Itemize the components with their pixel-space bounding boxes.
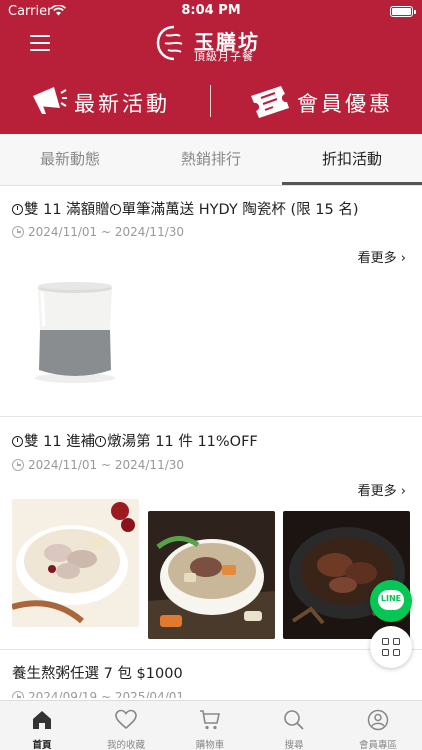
line-chat-button[interactable]: LINE — [370, 580, 412, 622]
tab-bar: 最新動態 熱銷排行 折扣活動 — [0, 134, 422, 186]
latest-events-label: 最新活動 — [74, 92, 170, 116]
nav-favorites[interactable]: 我的收藏 — [84, 701, 168, 750]
nav-cart[interactable]: 購物車 — [168, 701, 252, 750]
active-tab-indicator — [282, 182, 422, 185]
latest-events-button[interactable]: 最新活動 — [30, 80, 180, 124]
alarm-icon — [109, 204, 121, 215]
clock-icon — [12, 226, 24, 238]
ticket-icon — [251, 86, 289, 118]
ceramic-cup-image — [12, 274, 137, 396]
app-header: Carrier 8:04 PM 玉膳坊 頂級月子餐 最新活動 會員優惠 — [0, 0, 422, 134]
pork-soup-image — [12, 499, 139, 627]
bottom-nav: 首頁 我的收藏 購物車 搜尋 會員專區 — [0, 700, 422, 750]
nav-favorites-label: 我的收藏 — [106, 740, 145, 750]
nav-cart-label: 購物車 — [195, 740, 225, 750]
tab-best-sellers[interactable]: 熱銷排行 — [141, 134, 281, 186]
see-more-link[interactable]: 看更多 › — [358, 480, 406, 499]
alarm-icon — [12, 204, 23, 215]
post-card[interactable]: 養生熬粥任選 7 包 $1000 2024/09/19 ~ 2025/04/01 — [0, 650, 422, 698]
beef-soup-image — [148, 511, 275, 639]
product-photo-cup[interactable] — [12, 274, 137, 396]
status-bar: Carrier 8:04 PM — [0, 0, 422, 22]
nav-member[interactable]: 會員專區 — [336, 701, 420, 750]
post-date: 2024/11/01 ~ 2024/11/30 — [12, 458, 184, 472]
post-title: 雙 11 滿額贈 單筆滿萬送 HYDY 陶瓷杯 (限 15 名) — [12, 198, 358, 219]
nav-search[interactable]: 搜尋 — [252, 701, 336, 750]
promo-row: 最新活動 會員優惠 — [0, 80, 422, 124]
battery-icon — [390, 6, 416, 17]
post-list: 雙 11 滿額贈 單筆滿萬送 HYDY 陶瓷杯 (限 15 名) 2024/11/… — [0, 186, 422, 698]
nav-home[interactable]: 首頁 — [0, 701, 84, 750]
member-offers-label: 會員優惠 — [297, 92, 393, 116]
post-date: 2024/09/19 ~ 2025/04/01 — [12, 690, 184, 698]
product-photo-pork-soup[interactable] — [12, 499, 139, 627]
cart-icon — [200, 710, 220, 730]
logo-mark — [156, 25, 183, 61]
logo-subtitle: 頂級月子餐 — [194, 50, 254, 63]
alarm-icon — [95, 436, 107, 447]
megaphone-icon — [33, 87, 67, 114]
brand-logo: 玉膳坊 頂級月子餐 — [156, 25, 276, 65]
grid-menu-button[interactable] — [370, 626, 412, 668]
heart-icon — [115, 709, 137, 730]
post-card[interactable]: 雙 11 滿額贈 單筆滿萬送 HYDY 陶瓷杯 (限 15 名) 2024/11/… — [0, 186, 422, 416]
search-icon — [284, 710, 304, 730]
line-label: LINE — [380, 594, 402, 603]
post-date: 2024/11/01 ~ 2024/11/30 — [12, 225, 184, 239]
clock-icon — [12, 459, 24, 471]
promo-divider — [210, 85, 211, 117]
product-photo-beef-soup[interactable] — [148, 511, 275, 639]
status-time: 8:04 PM — [181, 3, 241, 18]
tab-discounts[interactable]: 折扣活動 — [282, 134, 422, 186]
home-icon — [33, 711, 51, 729]
nav-member-label: 會員專區 — [358, 740, 397, 750]
menu-icon[interactable] — [30, 35, 50, 51]
clock-icon — [12, 691, 24, 698]
nav-home-label: 首頁 — [32, 740, 52, 750]
nav-search-label: 搜尋 — [284, 740, 304, 750]
see-more-link[interactable]: 看更多 › — [358, 247, 406, 266]
post-title: 養生熬粥任選 7 包 $1000 — [12, 666, 183, 682]
alarm-icon — [12, 436, 23, 447]
post-card[interactable]: 雙 11 進補 燉湯第 11 件 11%OFF 2024/11/01 ~ 2024… — [0, 417, 422, 649]
user-icon — [367, 709, 389, 731]
tab-latest-news[interactable]: 最新動態 — [0, 134, 140, 186]
member-offers-button[interactable]: 會員優惠 — [247, 80, 397, 124]
post-title: 雙 11 進補 燉湯第 11 件 11%OFF — [12, 430, 258, 451]
